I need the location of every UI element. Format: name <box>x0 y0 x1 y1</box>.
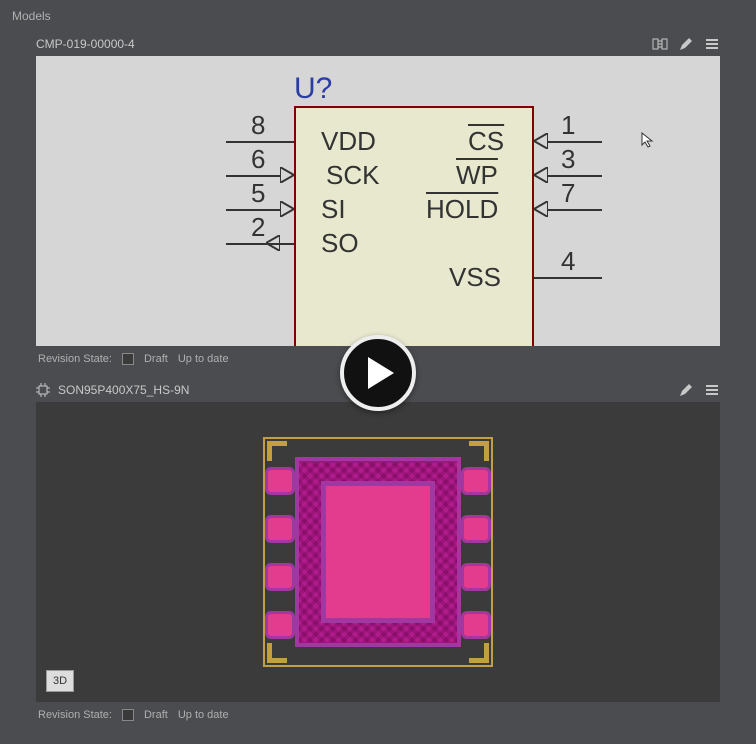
schematic-model-section: CMP-019-00000-4 U? CMP-019-00000-4 8 VDD <box>0 32 756 378</box>
pin-direction-icon <box>534 201 548 217</box>
revision-status: Up to date <box>178 709 229 721</box>
edit-icon[interactable] <box>678 36 694 52</box>
pin-line <box>226 141 294 143</box>
pin-name: VSS <box>449 262 501 293</box>
pin-number: 6 <box>251 144 265 175</box>
pin-direction-icon <box>280 201 294 217</box>
footprint-model-section: SON95P400X75_HS-9N <box>0 378 756 734</box>
footprint-pad <box>265 563 295 591</box>
pin-number: 1 <box>561 110 575 141</box>
pin-name: SI <box>321 194 346 225</box>
pin-name: CS <box>468 126 504 157</box>
pin-line <box>548 141 602 143</box>
pin-number: 4 <box>561 246 575 277</box>
panel-title-text: Models <box>12 9 51 23</box>
footprint-drawing <box>263 437 493 667</box>
silk-corner <box>465 639 489 663</box>
footprint-revision-row: Revision State: Draft Up to date <box>36 702 720 728</box>
footprint-pad <box>461 563 491 591</box>
footprint-viewport[interactable]: 3D <box>36 402 720 702</box>
revision-state-label: Revision State: <box>38 353 112 365</box>
footprint-pad <box>265 611 295 639</box>
play-button[interactable] <box>340 335 416 411</box>
pin-direction-icon <box>280 167 294 183</box>
footprint-thermal-inner <box>321 481 435 623</box>
pin-number: 7 <box>561 178 575 209</box>
pin-name: SCK <box>326 160 379 191</box>
pin-line <box>226 243 294 245</box>
pin-line <box>226 175 280 177</box>
pin-line <box>226 209 280 211</box>
view-3d-button[interactable]: 3D <box>46 670 74 692</box>
pin-line <box>548 209 602 211</box>
pin-line <box>534 277 602 279</box>
menu-icon[interactable] <box>704 382 720 398</box>
edit-icon[interactable] <box>678 382 694 398</box>
panel-title: Models <box>0 0 756 32</box>
footprint-pad <box>461 467 491 495</box>
draft-label: Draft <box>144 353 168 365</box>
menu-icon[interactable] <box>704 36 720 52</box>
draft-checkbox[interactable] <box>122 709 134 721</box>
pin-direction-icon <box>534 167 548 183</box>
footprint-pad <box>265 467 295 495</box>
schematic-title: CMP-019-00000-4 <box>36 37 644 51</box>
silk-corner <box>267 639 291 663</box>
schematic-viewport[interactable]: U? CMP-019-00000-4 8 VDD 6 SCK 5 SI 2 SO <box>36 56 720 346</box>
pin-line <box>548 175 602 177</box>
footprint-header-icons <box>678 382 720 398</box>
footprint-pad <box>461 611 491 639</box>
pin-map-icon[interactable] <box>652 36 668 52</box>
silk-corner <box>267 441 291 465</box>
mouse-cursor-icon <box>641 132 657 148</box>
pin-direction-icon <box>534 133 548 149</box>
pin-direction-icon <box>266 235 280 251</box>
pin-name: WP <box>456 160 498 191</box>
pin-number: 8 <box>251 110 265 141</box>
chip-icon <box>36 383 50 397</box>
revision-status: Up to date <box>178 353 229 365</box>
schematic-header: CMP-019-00000-4 <box>36 32 720 56</box>
pin-number: 3 <box>561 144 575 175</box>
revision-state-label: Revision State: <box>38 709 112 721</box>
pin-number: 2 <box>251 212 265 243</box>
pin-number: 5 <box>251 178 265 209</box>
pin-name: VDD <box>321 126 376 157</box>
draft-checkbox[interactable] <box>122 353 134 365</box>
pin-name: HOLD <box>426 194 498 225</box>
draft-label: Draft <box>144 709 168 721</box>
pin-name: SO <box>321 228 359 259</box>
footprint-pad <box>265 515 295 543</box>
play-icon <box>368 357 394 389</box>
footprint-pad <box>461 515 491 543</box>
silk-corner <box>465 441 489 465</box>
schematic-header-icons <box>652 36 720 52</box>
schematic-designator: U? <box>294 72 332 106</box>
